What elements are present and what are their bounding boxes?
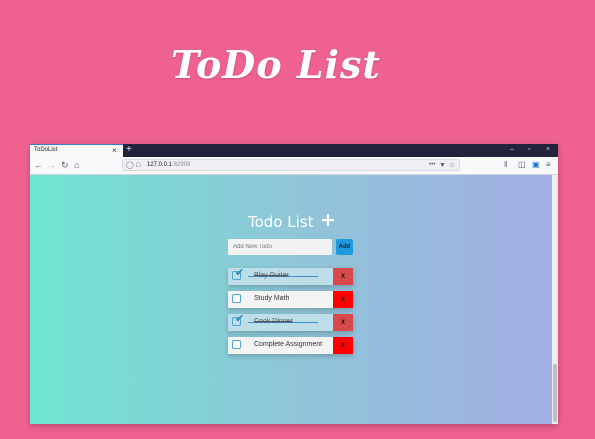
url-text: 127.0.0.1:62909 — [147, 162, 190, 168]
delete-todo-button[interactable]: X — [333, 337, 353, 354]
todo-label: Study Math — [254, 295, 290, 302]
maximize-icon[interactable]: ▫ — [528, 145, 530, 155]
todo-checkbox[interactable] — [232, 340, 241, 349]
new-todo-input[interactable] — [228, 239, 332, 255]
url-host: 127.0.0.1 — [147, 162, 173, 168]
sidebar-icon[interactable]: ◫ — [518, 160, 526, 170]
todo-item[interactable]: Study Math X — [228, 291, 353, 308]
scrollbar[interactable] — [552, 175, 558, 424]
scrollbar-thumb[interactable] — [553, 364, 557, 422]
app-title: Todo List — [248, 213, 314, 231]
checkmark-icon: ✔ — [235, 267, 245, 279]
extension-icon[interactable]: ▣ — [532, 160, 540, 170]
todo-label: Complete Assignment — [254, 341, 323, 348]
tab-todolist[interactable]: ToDoList × — [30, 144, 123, 157]
delete-todo-button[interactable]: X — [333, 291, 353, 308]
forward-icon[interactable]: → — [47, 160, 56, 170]
shield-icon[interactable]: ◯ — [126, 161, 134, 170]
todo-checkbox[interactable]: ✔ — [232, 313, 244, 326]
nav-bar: ← → ↻ ⌂ ◯ □ 127.0.0.1:62909 ••• ▼ ☆ ‖ ◫ … — [30, 157, 558, 175]
minimize-icon[interactable]: – — [510, 145, 514, 155]
todo-item[interactable]: ✔ Play Guitar X — [228, 267, 353, 285]
todo-checkbox[interactable]: ✔ — [232, 267, 244, 280]
todo-checkbox[interactable] — [232, 294, 241, 303]
add-todo-button[interactable]: Add — [336, 239, 353, 255]
back-icon[interactable]: ← — [34, 160, 43, 170]
delete-todo-button[interactable]: X — [333, 268, 353, 285]
checkmark-icon: ✔ — [235, 313, 245, 325]
library-icon[interactable]: ‖ — [504, 160, 507, 170]
new-tab-icon[interactable]: + — [126, 144, 132, 156]
todo-item[interactable]: ✔ Cook Dinner X — [228, 313, 353, 331]
todo-label: Play Guitar — [254, 272, 289, 279]
url-bar[interactable]: ◯ □ 127.0.0.1:62909 ••• ▼ ☆ — [122, 159, 460, 171]
delete-todo-button[interactable]: X — [333, 314, 353, 331]
more-actions-icon[interactable]: ••• — [429, 161, 435, 170]
bookmark-star-icon[interactable]: ☆ — [449, 161, 455, 170]
reload-icon[interactable]: ↻ — [61, 160, 69, 170]
tab-close-icon[interactable]: × — [112, 146, 117, 156]
page-info-icon[interactable]: □ — [136, 161, 140, 170]
pocket-icon[interactable]: ▼ — [439, 161, 446, 170]
plus-icon[interactable]: + — [320, 210, 336, 230]
todo-label: Cook Dinner — [254, 318, 293, 325]
url-port: :62909 — [172, 162, 191, 168]
home-icon[interactable]: ⌂ — [74, 160, 79, 170]
tab-bar: ToDoList × + – ▫ × — [30, 144, 558, 157]
tab-title: ToDoList — [34, 147, 58, 153]
menu-icon[interactable]: ≡ — [546, 160, 551, 170]
browser-window: ToDoList × + – ▫ × ← → ↻ ⌂ ◯ □ 127.0.0.1… — [30, 144, 558, 424]
hero-title: ToDo List — [171, 42, 381, 87]
todo-item[interactable]: Complete Assignment X — [228, 337, 353, 354]
page-content: Todo List + Add ✔ Play Guitar X Study Math X… — [30, 175, 552, 424]
close-window-icon[interactable]: × — [546, 145, 550, 155]
